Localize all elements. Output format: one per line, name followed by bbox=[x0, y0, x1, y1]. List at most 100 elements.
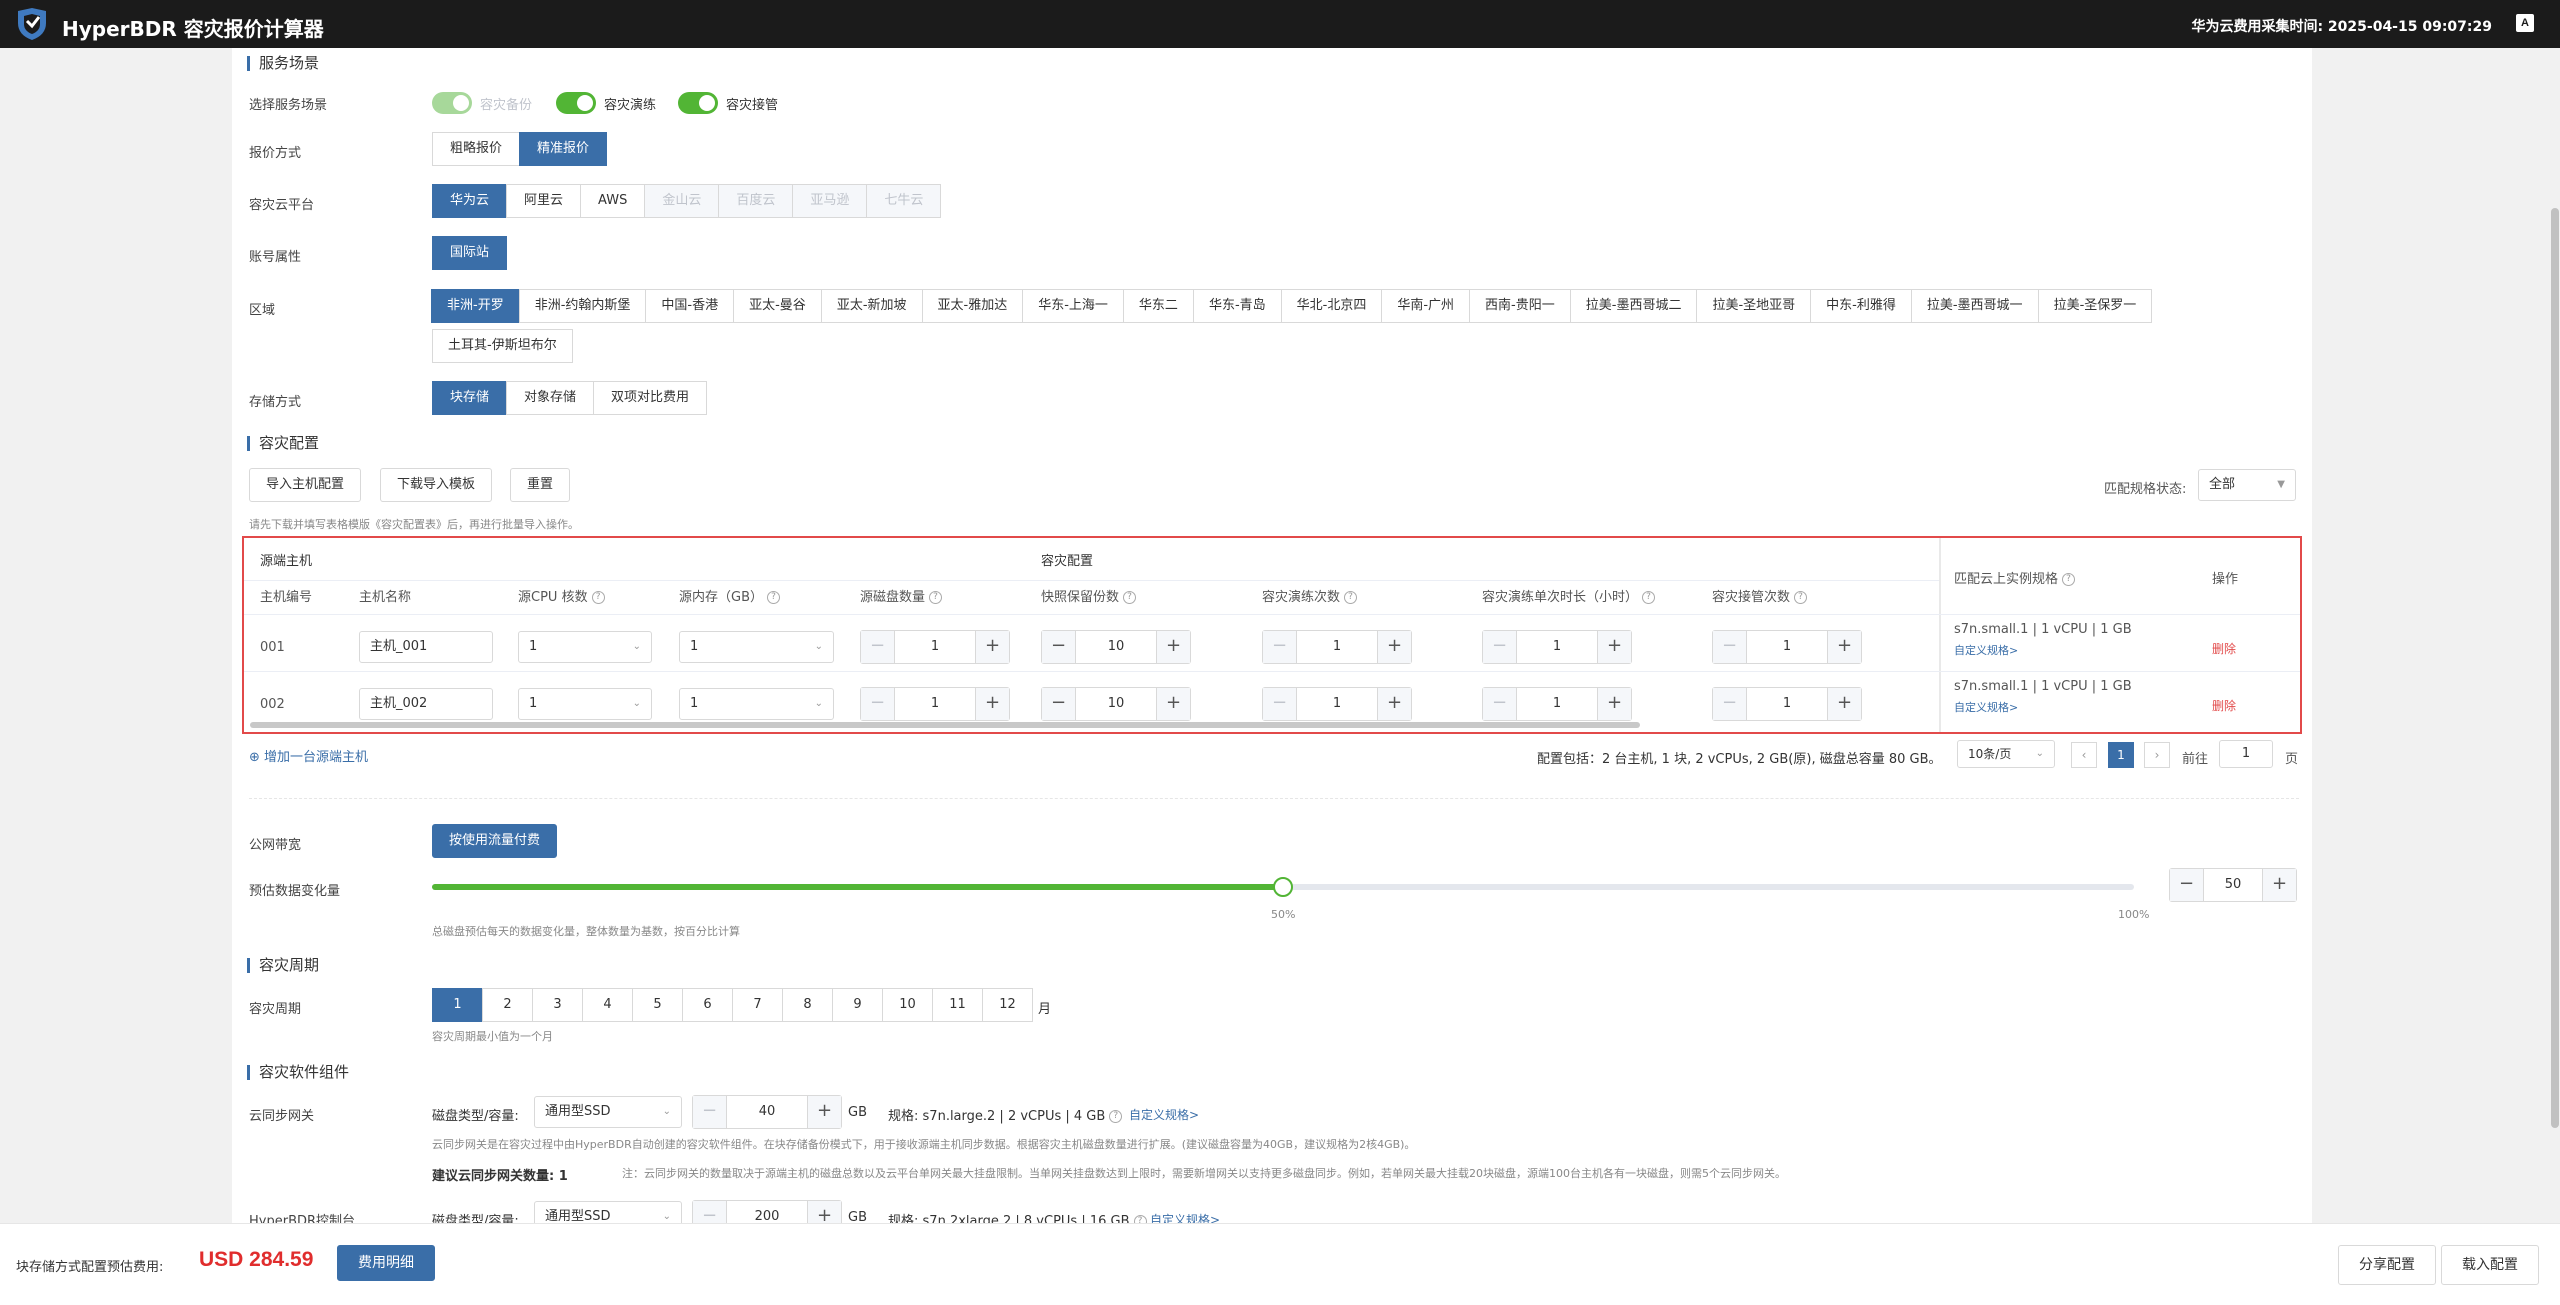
mem-select[interactable]: 1 ⌄ bbox=[679, 631, 834, 663]
region-option[interactable]: 非洲-开罗 bbox=[431, 289, 520, 323]
quote-precise-button[interactable]: 精准报价 bbox=[519, 132, 608, 166]
takeovers-stepper[interactable]: −1 + bbox=[1712, 630, 1862, 664]
month-option[interactable]: 6 bbox=[682, 988, 733, 1022]
gateway-custom-spec-link[interactable]: 自定义规格> bbox=[1129, 1106, 1199, 1123]
month-option[interactable]: 3 bbox=[532, 988, 583, 1022]
minus-button[interactable]: − bbox=[861, 688, 895, 720]
region-option[interactable]: 中国-香港 bbox=[645, 289, 735, 323]
change-slider[interactable] bbox=[432, 877, 2134, 897]
region-option[interactable]: 拉美-圣保罗一 bbox=[2037, 289, 2153, 323]
minus-button[interactable]: − bbox=[693, 1201, 727, 1223]
slider-handle[interactable] bbox=[1273, 877, 1293, 897]
plus-button[interactable]: + bbox=[1156, 688, 1190, 720]
minus-button[interactable]: − bbox=[2170, 869, 2204, 901]
toggle-takeover[interactable]: 容灾接管 bbox=[678, 92, 778, 114]
region-option[interactable]: 华南-广州 bbox=[1381, 289, 1471, 323]
toggle-switch[interactable] bbox=[432, 92, 472, 114]
cloud-option[interactable]: 阿里云 bbox=[506, 184, 582, 218]
minus-button[interactable]: − bbox=[1263, 631, 1297, 663]
language-icon[interactable]: A bbox=[2516, 14, 2534, 32]
month-option[interactable]: 12 bbox=[982, 988, 1033, 1022]
minus-button[interactable]: − bbox=[1483, 631, 1517, 663]
minus-button[interactable]: − bbox=[693, 1096, 727, 1128]
region-option[interactable]: 土耳其-伊斯坦布尔 bbox=[432, 329, 573, 363]
plus-button[interactable]: + bbox=[1156, 631, 1190, 663]
plus-button[interactable]: + bbox=[975, 688, 1009, 720]
plus-button[interactable]: + bbox=[807, 1096, 841, 1128]
page-scrollbar[interactable] bbox=[2550, 48, 2560, 1223]
pay-by-traffic-button[interactable]: 按使用流量付费 bbox=[432, 824, 558, 858]
storage-option[interactable]: 块存储 bbox=[432, 381, 508, 415]
import-host-button[interactable]: 导入主机配置 bbox=[249, 468, 362, 502]
month-option[interactable]: 2 bbox=[482, 988, 533, 1022]
minus-button[interactable]: − bbox=[1713, 631, 1747, 663]
custom-spec-link[interactable]: 自定义规格> bbox=[1954, 699, 2018, 715]
toggle-drill[interactable]: 容灾演练 bbox=[556, 92, 656, 114]
horizontal-scrollbar[interactable] bbox=[250, 722, 1640, 728]
plus-button[interactable]: + bbox=[975, 631, 1009, 663]
controller-custom-spec-link[interactable]: 自定义规格> bbox=[1150, 1211, 1220, 1223]
cpu-select[interactable]: 1 ⌄ bbox=[518, 631, 652, 663]
plus-button[interactable]: + bbox=[1377, 688, 1411, 720]
disks-stepper[interactable]: −1 + bbox=[860, 630, 1010, 664]
page-size-select[interactable]: 10条/页 ⌄ bbox=[1957, 740, 2055, 768]
month-option[interactable]: 5 bbox=[632, 988, 683, 1022]
quote-rough-button[interactable]: 粗略报价 bbox=[432, 132, 521, 166]
match-status-select[interactable]: 全部 ▼ bbox=[2198, 469, 2296, 501]
host-name-input[interactable]: 主机_001 bbox=[359, 631, 493, 663]
plus-button[interactable]: + bbox=[1827, 631, 1861, 663]
region-option[interactable]: 华北-北京四 bbox=[1280, 289, 1383, 323]
delete-link[interactable]: 删除 bbox=[2212, 697, 2236, 714]
minus-button[interactable]: − bbox=[1483, 688, 1517, 720]
plus-button[interactable]: + bbox=[1597, 631, 1631, 663]
custom-spec-link[interactable]: 自定义规格> bbox=[1954, 642, 2018, 658]
load-config-button[interactable]: 载入配置 bbox=[2441, 1245, 2539, 1285]
drills-stepper[interactable]: −1 + bbox=[1262, 630, 1412, 664]
cloud-option[interactable]: 华为云 bbox=[432, 184, 508, 218]
cpu-select[interactable]: 1 ⌄ bbox=[518, 688, 652, 720]
controller-capacity-stepper[interactable]: −200 + bbox=[692, 1200, 842, 1223]
drills-stepper[interactable]: −1 + bbox=[1262, 687, 1412, 721]
minus-button[interactable]: − bbox=[1713, 688, 1747, 720]
toggle-switch[interactable] bbox=[678, 92, 718, 114]
minus-button[interactable]: − bbox=[1042, 688, 1076, 720]
gateway-disk-type-select[interactable]: 通用型SSD ⌄ bbox=[534, 1096, 682, 1128]
disks-stepper[interactable]: −1 + bbox=[860, 687, 1010, 721]
plus-button[interactable]: + bbox=[1377, 631, 1411, 663]
region-option[interactable]: 拉美-墨西哥城二 bbox=[1569, 289, 1698, 323]
toggle-switch[interactable] bbox=[556, 92, 596, 114]
region-option[interactable]: 亚太-新加坡 bbox=[820, 289, 923, 323]
gateway-capacity-stepper[interactable]: −40 + bbox=[692, 1095, 842, 1129]
duration-stepper[interactable]: −1 + bbox=[1482, 687, 1632, 721]
next-page-button[interactable]: › bbox=[2144, 742, 2170, 768]
region-option[interactable]: 亚太-雅加达 bbox=[921, 289, 1024, 323]
download-template-button[interactable]: 下载导入模板 bbox=[380, 468, 493, 502]
month-option[interactable]: 8 bbox=[782, 988, 833, 1022]
region-option[interactable]: 非洲-约翰内斯堡 bbox=[518, 289, 647, 323]
region-option[interactable]: 中东-利雅得 bbox=[1810, 289, 1912, 323]
minus-button[interactable]: − bbox=[1042, 631, 1076, 663]
goto-page-input[interactable]: 1 bbox=[2219, 740, 2273, 768]
month-option[interactable]: 10 bbox=[882, 988, 933, 1022]
snapshots-stepper[interactable]: −10 + bbox=[1041, 630, 1191, 664]
snapshots-stepper[interactable]: −10 + bbox=[1041, 687, 1191, 721]
region-option[interactable]: 华东二 bbox=[1122, 289, 1194, 323]
region-option[interactable]: 西南-贵阳一 bbox=[1469, 289, 1571, 323]
minus-button[interactable]: − bbox=[861, 631, 895, 663]
toggle-backup[interactable]: 容灾备份 bbox=[432, 92, 532, 114]
cloud-option[interactable]: AWS bbox=[580, 184, 646, 218]
region-option[interactable]: 华东-上海一 bbox=[1022, 289, 1124, 323]
region-option[interactable]: 亚太-曼谷 bbox=[733, 289, 822, 323]
scrollbar-thumb[interactable] bbox=[2551, 208, 2559, 1128]
storage-option[interactable]: 对象存储 bbox=[506, 381, 595, 415]
region-option[interactable]: 拉美-墨西哥城一 bbox=[1910, 289, 2039, 323]
month-option[interactable]: 9 bbox=[832, 988, 883, 1022]
mem-select[interactable]: 1 ⌄ bbox=[679, 688, 834, 720]
plus-button[interactable]: + bbox=[2262, 869, 2296, 901]
prev-page-button[interactable]: ‹ bbox=[2071, 742, 2097, 768]
delete-link[interactable]: 删除 bbox=[2212, 640, 2236, 657]
month-option[interactable]: 7 bbox=[732, 988, 783, 1022]
region-option[interactable]: 华东-青岛 bbox=[1192, 289, 1282, 323]
controller-disk-type-select[interactable]: 通用型SSD ⌄ bbox=[534, 1201, 682, 1223]
month-option[interactable]: 11 bbox=[932, 988, 983, 1022]
